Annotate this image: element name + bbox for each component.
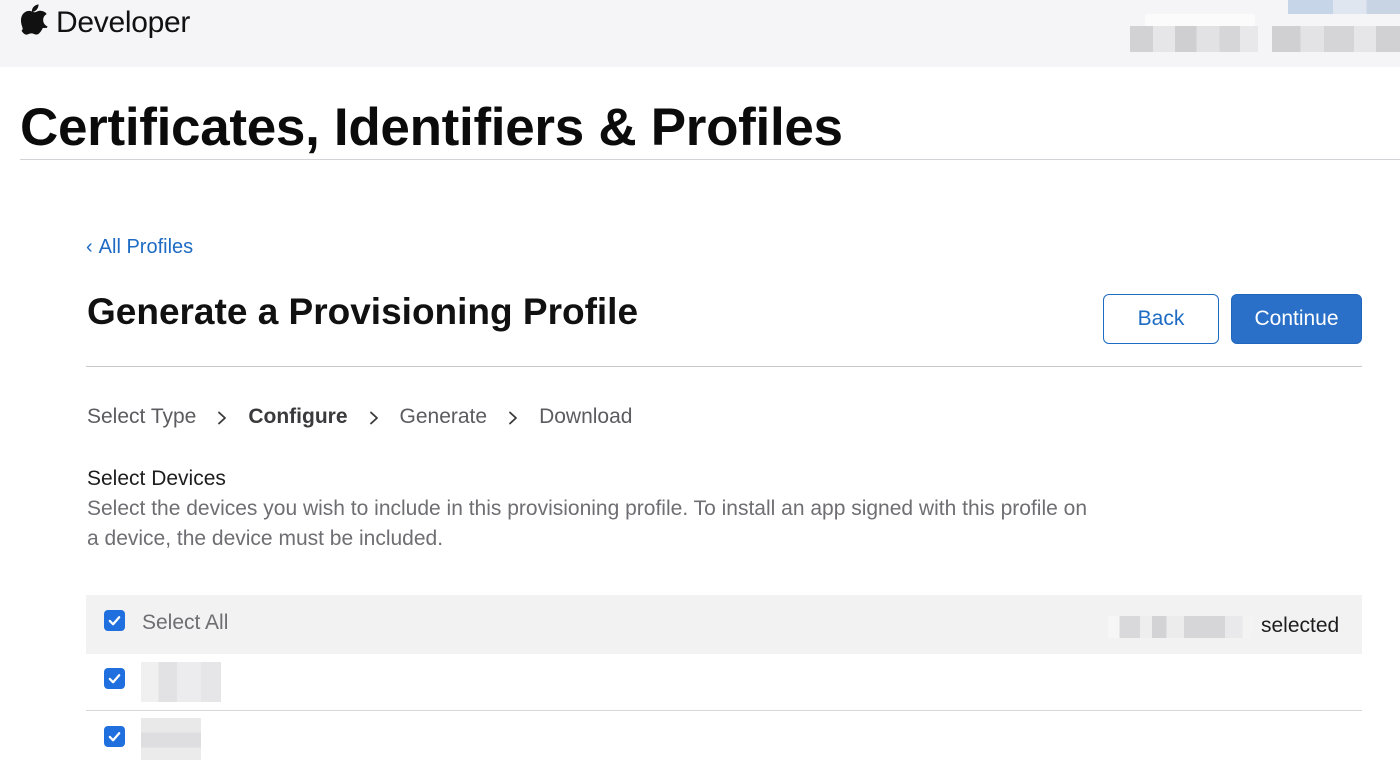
back-button[interactable]: Back: [1103, 294, 1219, 344]
continue-button[interactable]: Continue: [1231, 294, 1362, 344]
select-all-checkbox[interactable]: [104, 610, 125, 631]
step-breadcrumb: Select Type Configure Generate Download: [87, 405, 632, 429]
checkmark-icon: [108, 616, 121, 626]
account-avatar-blurred[interactable]: [1288, 0, 1400, 14]
select-all-label[interactable]: Select All: [142, 611, 228, 635]
account-name-blurred[interactable]: [1130, 26, 1258, 52]
step-configure: Configure: [248, 405, 348, 428]
team-name-blurred[interactable]: [1272, 26, 1400, 52]
device-name-blurred: [141, 662, 221, 702]
step-generate: Generate: [399, 405, 488, 428]
section-divider: [86, 366, 1362, 367]
device-table-header: Select All selected: [86, 595, 1362, 654]
step-download: Download: [539, 405, 633, 428]
chevron-left-icon: ‹: [86, 236, 93, 258]
device-checkbox[interactable]: [104, 726, 125, 747]
chevron-right-icon: [507, 411, 519, 425]
global-nav: Developer: [0, 0, 1400, 67]
section-heading: Generate a Provisioning Profile: [87, 291, 639, 332]
all-profiles-link[interactable]: ‹ All Profiles: [86, 236, 193, 259]
device-row: [86, 712, 1362, 762]
apple-logo-icon: [20, 4, 48, 41]
back-link-label: All Profiles: [98, 236, 194, 258]
select-devices-description: Select the devices you wish to include i…: [87, 497, 1088, 550]
chevron-right-icon: [368, 411, 380, 425]
checkmark-icon: [108, 674, 121, 684]
device-name-blurred: [141, 718, 201, 760]
step-select-type: Select Type: [87, 405, 197, 428]
chevron-right-icon: [216, 411, 228, 425]
account-spacer: [1145, 14, 1255, 26]
device-checkbox[interactable]: [104, 668, 125, 689]
title-divider: [20, 159, 1400, 160]
device-row: [86, 654, 1362, 711]
checkmark-icon: [108, 732, 121, 742]
developer-home-link[interactable]: Developer: [20, 4, 190, 41]
select-devices-title: Select Devices: [87, 467, 226, 490]
account-menu[interactable]: [1130, 26, 1400, 52]
selected-label: selected: [1261, 614, 1340, 637]
selected-count-blurred: [1108, 616, 1254, 638]
page-title: Certificates, Identifiers & Profiles: [20, 98, 843, 157]
brand-name: Developer: [56, 5, 191, 39]
